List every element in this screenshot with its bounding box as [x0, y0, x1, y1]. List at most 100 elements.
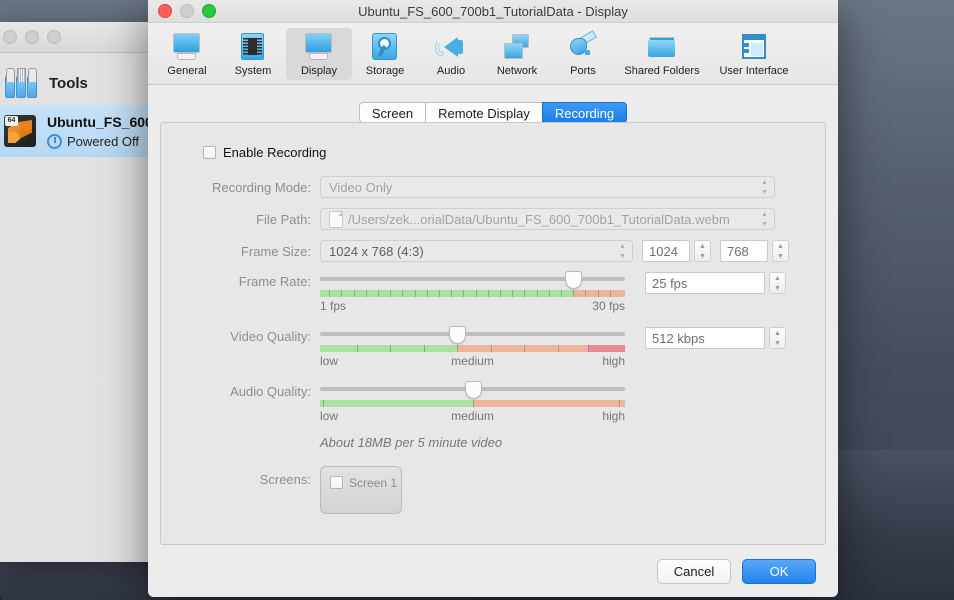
- speaker-icon: [435, 32, 467, 62]
- estimated-size-note: About 18MB per 5 minute video: [320, 435, 502, 450]
- audio-quality-row[interactable]: Audio Quality: low medium high: [161, 382, 825, 423]
- file-path-value: /Users/zek...orialData/Ubuntu_FS_600_700…: [348, 212, 759, 227]
- window-icon: [738, 32, 770, 62]
- tab-recording[interactable]: Recording: [542, 102, 627, 123]
- video-quality-ticks: [320, 345, 625, 352]
- frame-size-value: 1024 x 768 (4:3): [329, 244, 617, 259]
- manager-close-button[interactable]: [3, 30, 17, 44]
- toolbar-label-general: General: [167, 65, 206, 77]
- frame-rate-handle[interactable]: [565, 271, 582, 289]
- frame-width-input[interactable]: 1024: [642, 240, 690, 262]
- toolbar-label-system: System: [235, 65, 272, 77]
- toolbar-item-display[interactable]: Display: [286, 28, 352, 80]
- video-quality-label: Video Quality:: [161, 327, 320, 344]
- video-quality-input[interactable]: 512 kbps: [645, 327, 765, 349]
- frame-height-value: 768: [727, 244, 749, 259]
- toolbar-item-shared-folders[interactable]: Shared Folders: [616, 28, 708, 80]
- audio-quality-slider[interactable]: low medium high: [320, 382, 625, 423]
- video-quality-handle[interactable]: [449, 326, 466, 344]
- frame-height-input[interactable]: 768: [720, 240, 768, 262]
- toolbar-label-display: Display: [301, 65, 337, 77]
- dialog-title: Ubuntu_FS_600_700b1_TutorialData - Displ…: [148, 4, 838, 19]
- vm-state: Powered Off: [47, 134, 153, 149]
- toolbar-item-ports[interactable]: Ports: [550, 28, 616, 80]
- frame-rate-label: Frame Rate:: [161, 272, 320, 289]
- settings-toolbar[interactable]: General System Display Storage Audio Net…: [148, 23, 838, 85]
- enable-recording-row[interactable]: Enable Recording: [161, 145, 825, 160]
- audio-quality-handle[interactable]: [465, 381, 482, 399]
- display-icon: [303, 32, 335, 62]
- frame-rate-input[interactable]: 25 fps: [645, 272, 765, 294]
- video-quality-row[interactable]: Video Quality: low medium: [161, 327, 825, 368]
- toolbar-item-system[interactable]: System: [220, 28, 286, 80]
- video-quality-colorbar: [320, 345, 625, 352]
- tools-label: Tools: [49, 75, 88, 92]
- frame-rate-ticks: [320, 290, 625, 297]
- audio-quality-high-label: high: [602, 409, 625, 423]
- audio-quality-ticks: [320, 400, 625, 407]
- ok-button[interactable]: OK: [742, 559, 816, 584]
- recording-panel: Enable Recording Recording Mode: Video O…: [160, 122, 826, 545]
- toolbar-item-general[interactable]: General: [154, 28, 220, 80]
- chevron-updown-icon[interactable]: ▲▼: [759, 178, 770, 196]
- power-icon: [47, 134, 62, 149]
- toolbar-item-network[interactable]: Network: [484, 28, 550, 80]
- frame-rate-slider[interactable]: 1 fps 30 fps: [320, 272, 625, 313]
- screen-1-label: Screen 1: [349, 476, 397, 490]
- toolbar-label-shared-folders: Shared Folders: [624, 65, 699, 77]
- frame-rate-max-label: 30 fps: [592, 299, 625, 313]
- tab-screen[interactable]: Screen: [359, 102, 425, 123]
- file-path-row[interactable]: File Path: /Users/zek...orialData/Ubuntu…: [161, 208, 825, 230]
- tab-remote-display[interactable]: Remote Display: [425, 102, 542, 123]
- display-settings-dialog[interactable]: Ubuntu_FS_600_700b1_TutorialData - Displ…: [148, 0, 838, 597]
- frame-size-label: Frame Size:: [161, 244, 320, 259]
- frame-rate-row[interactable]: Frame Rate:: [161, 272, 825, 313]
- recording-mode-select[interactable]: Video Only ▲▼: [320, 176, 775, 198]
- frame-height-stepper[interactable]: ▲▼: [772, 240, 789, 262]
- frame-size-select[interactable]: 1024 x 768 (4:3) ▲▼: [320, 240, 633, 262]
- chevron-updown-icon[interactable]: ▲▼: [617, 242, 628, 260]
- screens-selection-box[interactable]: Screen 1: [320, 466, 402, 514]
- dialog-titlebar: Ubuntu_FS_600_700b1_TutorialData - Displ…: [148, 0, 838, 23]
- frame-rate-colorbar: [320, 290, 625, 297]
- frame-rate-scale: 1 fps 30 fps: [320, 299, 625, 313]
- video-quality-value: 512 kbps: [652, 331, 705, 346]
- toolbar-label-storage: Storage: [366, 65, 405, 77]
- recording-mode-label: Recording Mode:: [161, 180, 320, 195]
- file-path-label: File Path:: [161, 212, 320, 227]
- file-path-select[interactable]: /Users/zek...orialData/Ubuntu_FS_600_700…: [320, 208, 775, 230]
- vm-entry-text: Ubuntu_FS_600 Powered Off: [47, 114, 153, 149]
- screens-row[interactable]: Screens: Screen 1: [161, 466, 825, 514]
- manager-minimize-button[interactable]: [25, 30, 39, 44]
- audio-quality-colorbar: [320, 400, 625, 407]
- size-note-row: About 18MB per 5 minute video: [161, 435, 825, 450]
- toolbar-item-audio[interactable]: Audio: [418, 28, 484, 80]
- settings-tabstrip[interactable]: Screen Remote Display Recording: [148, 85, 838, 123]
- folder-icon: [646, 32, 678, 62]
- toolbar-item-user-interface[interactable]: User Interface: [708, 28, 800, 80]
- chevron-updown-icon[interactable]: ▲▼: [759, 210, 770, 228]
- enable-recording-checkbox[interactable]: [203, 146, 216, 159]
- toolbar-label-audio: Audio: [437, 65, 465, 77]
- recording-mode-row[interactable]: Recording Mode: Video Only ▲▼: [161, 176, 825, 198]
- audio-quality-low-label: low: [320, 409, 338, 423]
- video-quality-slider[interactable]: low medium high: [320, 327, 625, 368]
- monitor-icon: [171, 32, 203, 62]
- toolbar-label-user-interface: User Interface: [719, 65, 788, 77]
- recording-mode-value: Video Only: [329, 180, 759, 195]
- frame-width-stepper[interactable]: ▲▼: [694, 240, 711, 262]
- vm-state-label: Powered Off: [67, 134, 139, 149]
- toolbar-item-storage[interactable]: Storage: [352, 28, 418, 80]
- video-quality-stepper[interactable]: ▲▼: [769, 327, 786, 349]
- vm-arch-badge: 64: [5, 116, 18, 126]
- screen-1-checkbox[interactable]: [330, 476, 343, 489]
- frame-rate-stepper[interactable]: ▲▼: [769, 272, 786, 294]
- manager-maximize-button[interactable]: [47, 30, 61, 44]
- network-icon: [501, 32, 533, 62]
- cancel-button[interactable]: Cancel: [657, 559, 731, 584]
- video-quality-scale: low medium high: [320, 354, 625, 368]
- screens-label: Screens:: [161, 466, 320, 487]
- frame-rate-value: 25 fps: [652, 276, 687, 291]
- frame-size-row[interactable]: Frame Size: 1024 x 768 (4:3) ▲▼ 1024 ▲▼ …: [161, 240, 825, 262]
- audio-quality-scale: low medium high: [320, 409, 625, 423]
